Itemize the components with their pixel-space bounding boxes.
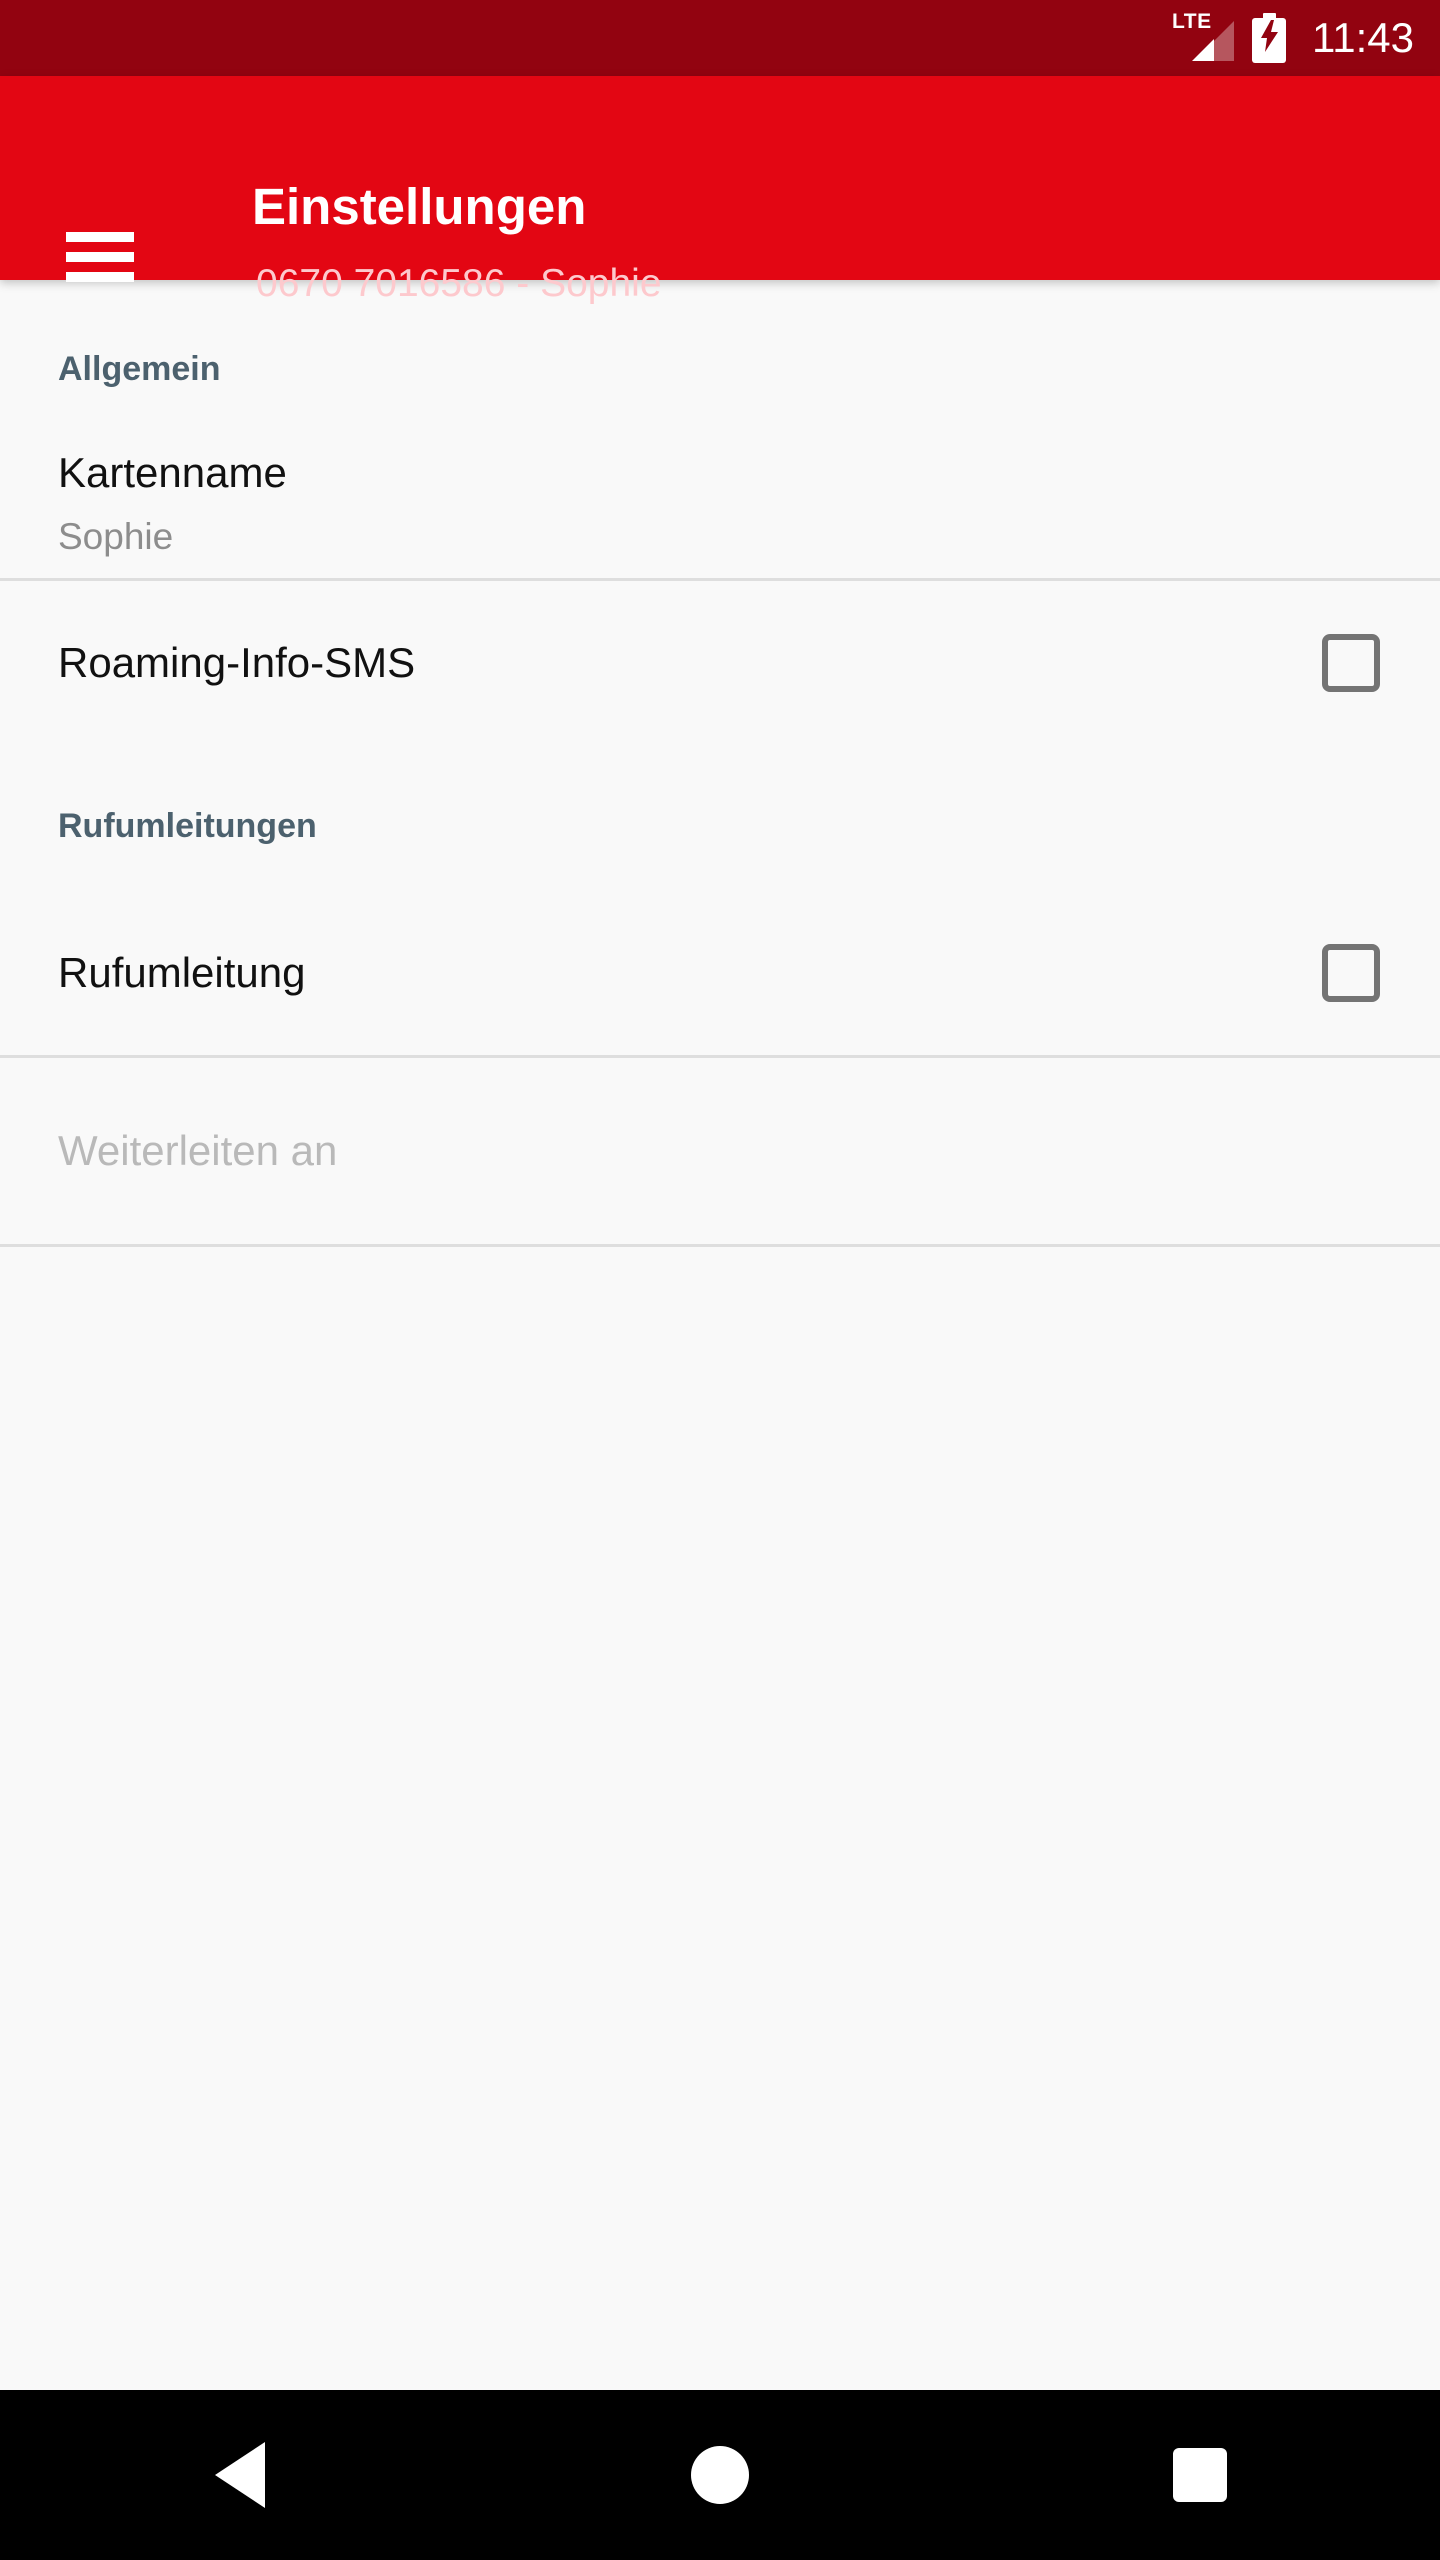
- recents-square-icon: [1173, 2448, 1227, 2502]
- home-circle-icon: [691, 2446, 749, 2504]
- settings-content: Allgemein Kartenname Sophie Roaming-Info…: [0, 280, 1440, 2390]
- page-subtitle: 0670 7016586 - Sophie: [256, 262, 662, 305]
- settings-row-value: Sophie: [58, 516, 174, 557]
- hamburger-menu-icon[interactable]: [66, 232, 134, 282]
- app-bar: Einstellungen 0670 7016586 - Sophie: [0, 76, 1440, 303]
- settings-row-label: Kartenname: [58, 449, 287, 496]
- settings-row-rufumleitung[interactable]: Rufumleitung: [0, 891, 1440, 1055]
- hamburger-bar-3: [66, 272, 134, 282]
- nav-recents-button[interactable]: [960, 2390, 1440, 2560]
- status-bar-clock: 11:43: [1312, 14, 1414, 61]
- battery-charging-icon: [1252, 13, 1286, 63]
- settings-row-kartenname[interactable]: Kartenname Sophie: [0, 386, 1440, 578]
- nav-home-button[interactable]: [480, 2390, 960, 2560]
- hamburger-bar-1: [66, 232, 134, 242]
- status-bar-icons: LTE 11:43: [1172, 11, 1414, 63]
- weiterleiten-an-input[interactable]: Weiterleiten an: [58, 1130, 337, 1172]
- settings-row-roaming-info-sms[interactable]: Roaming-Info-SMS: [0, 581, 1440, 745]
- hamburger-bar-2: [66, 252, 134, 262]
- section-header-allgemein: Allgemein: [58, 350, 221, 388]
- settings-row-label: Rufumleitung: [58, 949, 306, 996]
- signal-bars-filled: [1192, 39, 1214, 61]
- android-navigation-bar: [0, 2390, 1440, 2560]
- nav-back-button[interactable]: [0, 2390, 480, 2560]
- charging-bolt-icon: [1261, 20, 1278, 52]
- status-bar: LTE 11:43: [0, 0, 1440, 76]
- page-title: Einstellungen: [252, 178, 587, 235]
- back-triangle-icon: [215, 2442, 265, 2508]
- checkbox-unchecked-icon[interactable]: [1322, 634, 1380, 692]
- signal-triangle-icon: LTE: [1172, 11, 1234, 63]
- section-header-rufumleitungen: Rufumleitungen: [58, 807, 317, 845]
- settings-row-weiterleiten-an[interactable]: Weiterleiten an: [0, 1058, 1440, 1244]
- settings-row-label: Roaming-Info-SMS: [58, 639, 416, 686]
- row-divider: [0, 1244, 1440, 1247]
- checkbox-unchecked-icon[interactable]: [1322, 944, 1380, 1002]
- row-text-block: Kartenname Sophie: [58, 449, 287, 557]
